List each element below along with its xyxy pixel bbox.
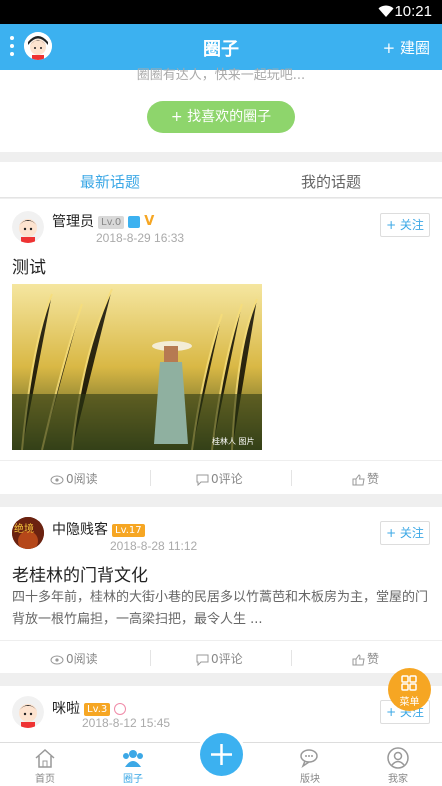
post-author[interactable]: 中隐贱客 Lv.17	[52, 519, 145, 539]
tab-latest-topics[interactable]: 最新话题	[80, 171, 140, 192]
people-icon	[123, 750, 143, 767]
comment-button[interactable]: 0评论	[196, 650, 243, 667]
comment-button[interactable]: 0评论	[196, 470, 243, 487]
menu-fab-button[interactable]: 菜单	[388, 668, 431, 711]
find-circle-button[interactable]: + 找喜欢的圈子	[147, 101, 295, 133]
level-badge: Lv.0	[98, 215, 125, 229]
thumbs-up-icon	[352, 473, 365, 485]
post-image[interactable]: 桂林人 图片	[12, 284, 262, 450]
post-title[interactable]: 测试	[12, 253, 46, 278]
discover-section: 圈圈有达人，快来一起玩吧... + 找喜欢的圈子	[0, 68, 442, 152]
level-badge: Lv.17	[112, 523, 145, 537]
nav-circles[interactable]: 圈子	[103, 743, 163, 786]
avatar-text: 绝境	[14, 522, 34, 535]
post-title[interactable]: 老桂林的门背文化	[12, 561, 148, 586]
status-bar: 10:21	[0, 0, 442, 24]
nav-boards[interactable]: 版块	[280, 743, 340, 786]
create-circle-button[interactable]: + 建圈	[383, 37, 430, 58]
post-time: 2018-8-29 16:33	[96, 231, 185, 245]
plus-icon	[211, 744, 232, 765]
status-time: 10:21	[394, 3, 432, 20]
post-time: 2018-8-12 15:45	[82, 716, 171, 730]
post-actions: 0阅读 0评论 赞	[0, 640, 442, 674]
follow-button[interactable]: + 关注	[380, 213, 430, 237]
author-name: 管理员	[52, 214, 94, 230]
image-watermark: 桂林人 图片	[212, 436, 255, 446]
topic-tabs: 最新话题 我的话题	[0, 162, 442, 198]
post-actions: 0阅读 0评论 赞	[0, 460, 442, 494]
comment-icon	[196, 474, 209, 486]
tab-my-topics[interactable]: 我的话题	[301, 171, 361, 192]
post-author[interactable]: 咪啦 Lv.3	[52, 698, 127, 718]
post-card[interactable]: 管理员 Lv.0 V 2018-8-29 16:33 + 关注 测试 桂林人 图片 …	[0, 199, 442, 494]
nav-my-home[interactable]: 我家	[368, 743, 428, 786]
chat-bubbles-icon	[300, 749, 318, 768]
profile-icon	[387, 747, 409, 769]
grid-menu-icon	[401, 675, 417, 691]
post-add-button[interactable]	[200, 733, 243, 776]
like-button[interactable]: 赞	[352, 650, 379, 667]
verified-icon	[128, 216, 141, 228]
eye-icon	[50, 655, 64, 664]
avatar[interactable]	[12, 211, 44, 243]
eye-icon	[50, 475, 64, 484]
wifi-icon	[378, 5, 394, 17]
avatar[interactable]: 绝境	[12, 517, 44, 549]
page-title: 圈子	[203, 39, 239, 60]
post-time: 2018-8-28 11:12	[110, 539, 198, 553]
follow-button[interactable]: + 关注	[380, 521, 430, 545]
thumbs-up-icon	[352, 653, 365, 665]
hero-hint: 圈圈有达人，快来一起玩吧...	[136, 68, 306, 83]
post-excerpt[interactable]: 四十多年前，桂林的大街小巷的民居多以竹蒿芭和木板房为主，堂屋的门背放一根竹扁担，…	[12, 587, 430, 631]
nav-home[interactable]: 首页	[15, 743, 75, 786]
post-card[interactable]: 绝境 中隐贱客 Lv.17 2018-8-28 11:12 + 关注 老桂林的门背…	[0, 507, 442, 673]
avatar[interactable]	[12, 696, 44, 728]
home-icon	[35, 748, 55, 768]
author-name: 中隐贱客	[52, 522, 108, 538]
like-button[interactable]: 赞	[352, 470, 379, 487]
comment-icon	[196, 654, 209, 666]
author-name: 咪啦	[52, 701, 80, 717]
female-icon	[114, 703, 127, 715]
level-badge: Lv.3	[84, 702, 111, 716]
vip-v-icon: V	[144, 214, 155, 229]
read-count: 0阅读	[50, 470, 98, 487]
read-count: 0阅读	[50, 650, 98, 667]
menu-fab-label: 菜单	[399, 697, 420, 708]
post-author[interactable]: 管理员 Lv.0 V	[52, 211, 154, 231]
